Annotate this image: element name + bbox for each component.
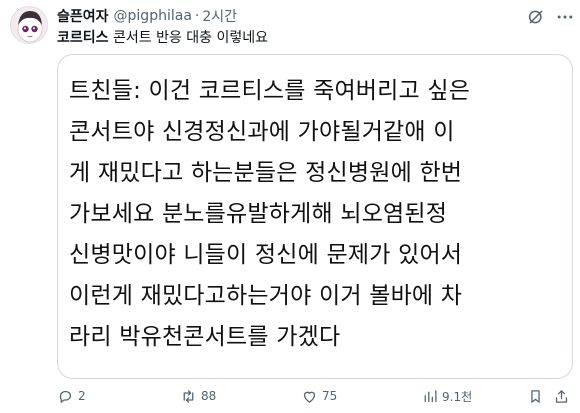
timestamp[interactable]: 2시간 — [202, 6, 237, 26]
like-count: 75 — [322, 389, 338, 403]
reply-button[interactable]: 2 — [57, 384, 86, 408]
separator-dot: · — [194, 8, 200, 24]
card-line: 게 재밌다고 하는분들은 정신병원에 한번 — [69, 160, 463, 186]
author-name[interactable]: 슬픈여자 — [57, 6, 109, 26]
avatar-image — [11, 7, 47, 43]
repost-button[interactable]: 88 — [180, 384, 216, 408]
views-count: 9.1천 — [442, 389, 473, 404]
card-line: 트친들: 이건 코르티스를 죽여버리고 싶은 — [69, 78, 471, 104]
share-button[interactable] — [553, 384, 574, 408]
heart-icon — [303, 391, 316, 403]
card-line: 신병맛이야 니들이 정신에 문제가 있어서 — [69, 242, 463, 268]
card-line: 라리 박유천콘서트를 가겠다 — [69, 324, 341, 350]
card-line: 이런게 재밌다고하는거야 이거 볼바에 차 — [69, 283, 463, 309]
like-button[interactable]: 75 — [301, 384, 337, 408]
repost-icon — [183, 389, 194, 403]
views-icon — [424, 389, 437, 402]
card-line: 콘서트야 신경정신과에 가야될거같애 이 — [69, 119, 455, 145]
grok-icon[interactable] — [527, 8, 545, 26]
reply-count: 2 — [78, 389, 86, 403]
more-options-icon[interactable] — [555, 7, 575, 27]
text-image-card[interactable]: 트친들: 이건 코르티스를 죽여버리고 싶은 콘서트야 신경정신과에 가야될거같… — [57, 54, 573, 379]
share-icon — [555, 389, 568, 403]
views-button[interactable]: 9.1천 — [421, 384, 472, 408]
tweet-text: 코르티스 콘서트 반응 대충 이렇네요 — [57, 27, 268, 47]
bookmark-icon — [531, 389, 540, 403]
action-bar: 2 88 75 9.1천 — [57, 384, 573, 408]
card-line: 가보세요 분노를유발하게해 뇌오염된정 — [69, 201, 448, 227]
avatar[interactable] — [10, 6, 48, 44]
bookmark-button[interactable] — [527, 384, 548, 408]
author-handle[interactable]: @pigphilaa — [114, 8, 192, 24]
tweet-text-rest: 콘서트 반응 대충 이렇네요 — [108, 30, 269, 46]
tweet-text-strong: 코르티스 — [57, 30, 109, 46]
repost-count: 88 — [201, 389, 217, 403]
reply-icon — [59, 390, 72, 403]
tweet-header: 슬픈여자 @pigphilaa · 2시간 — [57, 6, 237, 26]
